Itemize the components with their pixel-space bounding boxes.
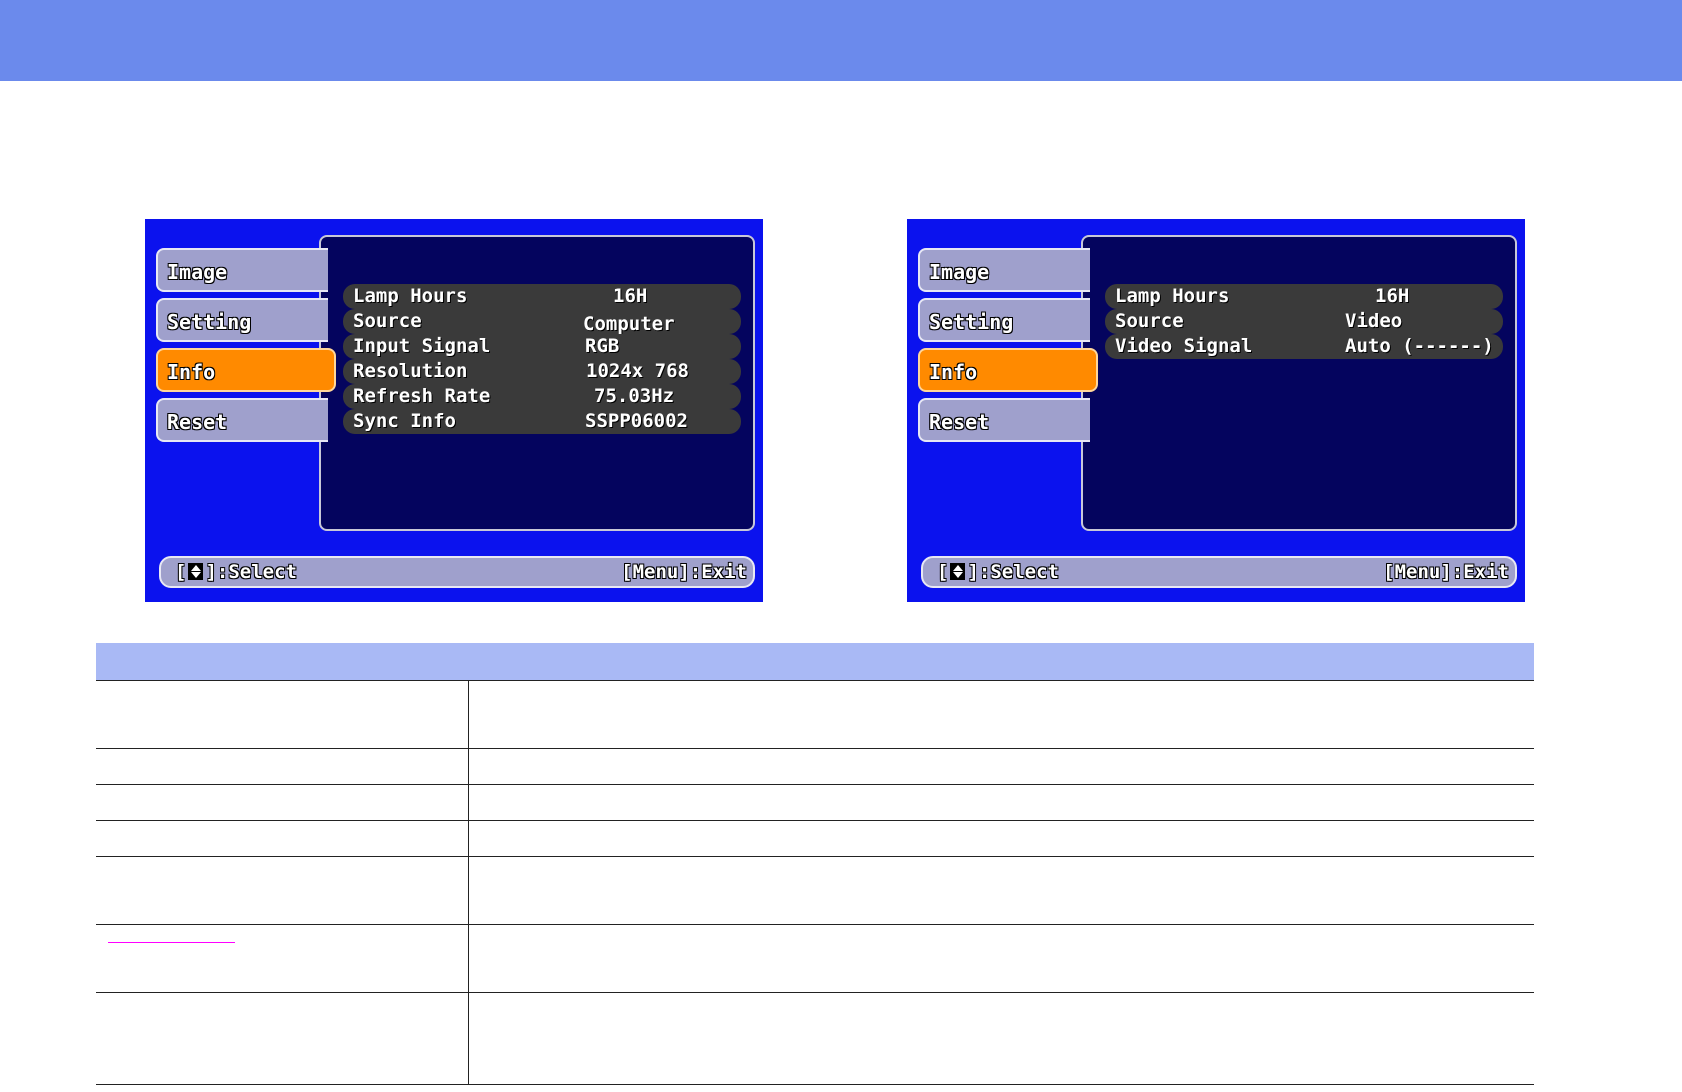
row-label: Source xyxy=(353,310,422,332)
row-label: Input Signal xyxy=(353,335,491,357)
tab-image: Image xyxy=(156,248,328,292)
table-row xyxy=(96,992,1534,1085)
tab-setting: Setting xyxy=(918,298,1090,342)
info-row-sync-info: Sync Info SSPP06002 xyxy=(343,409,741,434)
row-label: Resolution xyxy=(353,360,468,382)
row-value: Auto (------) xyxy=(1345,335,1494,357)
tab-info: Info xyxy=(156,348,336,392)
info-row-lamp-hours: Lamp Hours 16H xyxy=(1105,284,1503,309)
exit-hint: [Menu]:Exit xyxy=(1383,561,1509,583)
row-label: Lamp Hours xyxy=(1115,285,1230,307)
info-row-source: Source Video xyxy=(1105,309,1503,334)
table-header-function xyxy=(468,643,1534,681)
header-bar xyxy=(0,0,1682,81)
tab-reset: Reset xyxy=(918,398,1090,442)
info-menu-computer-screenshot: Image Setting Info Reset Lamp Hours 16H … xyxy=(145,219,763,602)
row-value: 16H xyxy=(1375,285,1410,307)
up-down-arrow-icon xyxy=(950,563,966,580)
table-header-item xyxy=(96,643,469,681)
info-menu-video-screenshot: Image Setting Info Reset Lamp Hours 16H … xyxy=(907,219,1525,602)
row-value: SSPP06002 xyxy=(585,410,688,432)
info-panel xyxy=(1081,235,1517,531)
row-label: Source xyxy=(1115,310,1184,332)
osd-footer: []:Select [Menu]:Exit xyxy=(921,556,1517,588)
row-label: Sync Info xyxy=(353,410,456,432)
row-value: 1024x 768 xyxy=(586,360,689,382)
table-row xyxy=(96,924,1534,993)
row-label: Refresh Rate xyxy=(353,385,491,407)
up-down-arrow-icon xyxy=(188,563,204,580)
info-items-table xyxy=(96,643,1534,1085)
glossary-link[interactable] xyxy=(108,942,235,943)
table-row xyxy=(96,680,1534,749)
info-row-refresh-rate: Refresh Rate 75.03Hz xyxy=(343,384,741,409)
table-header-row xyxy=(96,643,1534,681)
exit-hint: [Menu]:Exit xyxy=(621,561,747,583)
table-row xyxy=(96,748,1534,785)
osd-footer: []:Select [Menu]:Exit xyxy=(159,556,755,588)
row-value: RGB xyxy=(585,335,620,357)
info-row-input-signal: Input Signal RGB xyxy=(343,334,741,359)
table-row xyxy=(96,856,1534,925)
tab-info: Info xyxy=(918,348,1098,392)
row-label: Lamp Hours xyxy=(353,285,468,307)
select-hint: []:Select xyxy=(175,561,297,583)
info-row-source: Source Computer xyxy=(343,309,741,335)
tab-image: Image xyxy=(918,248,1090,292)
row-label: Video Signal xyxy=(1115,335,1253,357)
info-row-lamp-hours: Lamp Hours 16H xyxy=(343,284,741,309)
row-value: Video xyxy=(1345,310,1403,332)
table-row xyxy=(96,784,1534,821)
row-value: 75.03Hz xyxy=(594,385,675,407)
table-row xyxy=(96,820,1534,857)
select-hint: []:Select xyxy=(937,561,1059,583)
info-row-resolution: Resolution 1024x 768 xyxy=(343,359,741,384)
info-row-video-signal: Video Signal Auto (------) xyxy=(1105,334,1503,359)
tab-reset: Reset xyxy=(156,398,328,442)
row-value: 16H xyxy=(613,285,648,307)
tab-setting: Setting xyxy=(156,298,328,342)
